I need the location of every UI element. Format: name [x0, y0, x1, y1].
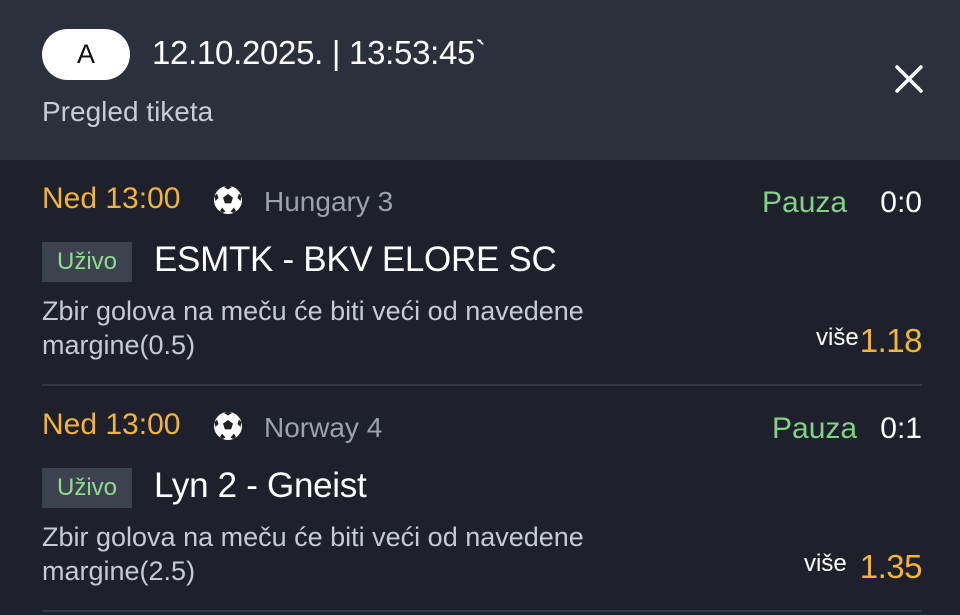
ticket-datetime: 12.10.2025. | 13:53:45`	[152, 34, 486, 71]
live-badge: Uživo	[42, 468, 132, 508]
page-title: Pregled tiketa	[42, 96, 214, 127]
match-name: ESMTK - BKV ELORE SC	[154, 240, 557, 279]
match-score: 0:1	[880, 412, 922, 445]
match-name: Lyn 2 - Gneist	[154, 466, 367, 505]
bet-market: Zbir golova na meču će biti veći od nave…	[42, 522, 584, 586]
ticket-list: Ned 13:00 Hungary 3 Pauza 0:0 Uživo ESMT…	[0, 160, 960, 615]
match-time: Ned 13:00	[42, 408, 181, 441]
league-name: Hungary 3	[264, 186, 394, 217]
bet-odds: 1.18	[859, 322, 923, 359]
bet-pick: više	[816, 324, 859, 351]
league-name: Norway 4	[264, 412, 383, 443]
ticket-item[interactable]: Ned 13:00 Norway 4 Pauza 0:1 Uživo Lyn 2…	[42, 386, 923, 612]
match-status: Pauza	[772, 412, 858, 445]
live-badge: Uživo	[42, 242, 132, 282]
ticket-type-badge: A	[42, 29, 130, 80]
close-button[interactable]	[888, 58, 930, 100]
ticket-header: A 12.10.2025. | 13:53:45` Pregled tiketa	[0, 0, 960, 160]
ticket-item[interactable]: Ned 13:00 Hungary 3 Pauza 0:0 Uživo ESMT…	[42, 160, 923, 386]
close-icon	[895, 65, 923, 93]
bet-pick: više	[804, 550, 847, 577]
divider	[42, 610, 922, 612]
bet-market: Zbir golova na meču će biti veći od nave…	[42, 296, 584, 360]
match-status: Pauza	[762, 186, 848, 219]
match-time: Ned 13:00	[42, 182, 181, 215]
bet-odds: 1.35	[859, 548, 923, 585]
soccer-ball-icon	[213, 411, 243, 441]
match-score: 0:0	[880, 186, 922, 219]
soccer-ball-icon	[213, 185, 243, 215]
